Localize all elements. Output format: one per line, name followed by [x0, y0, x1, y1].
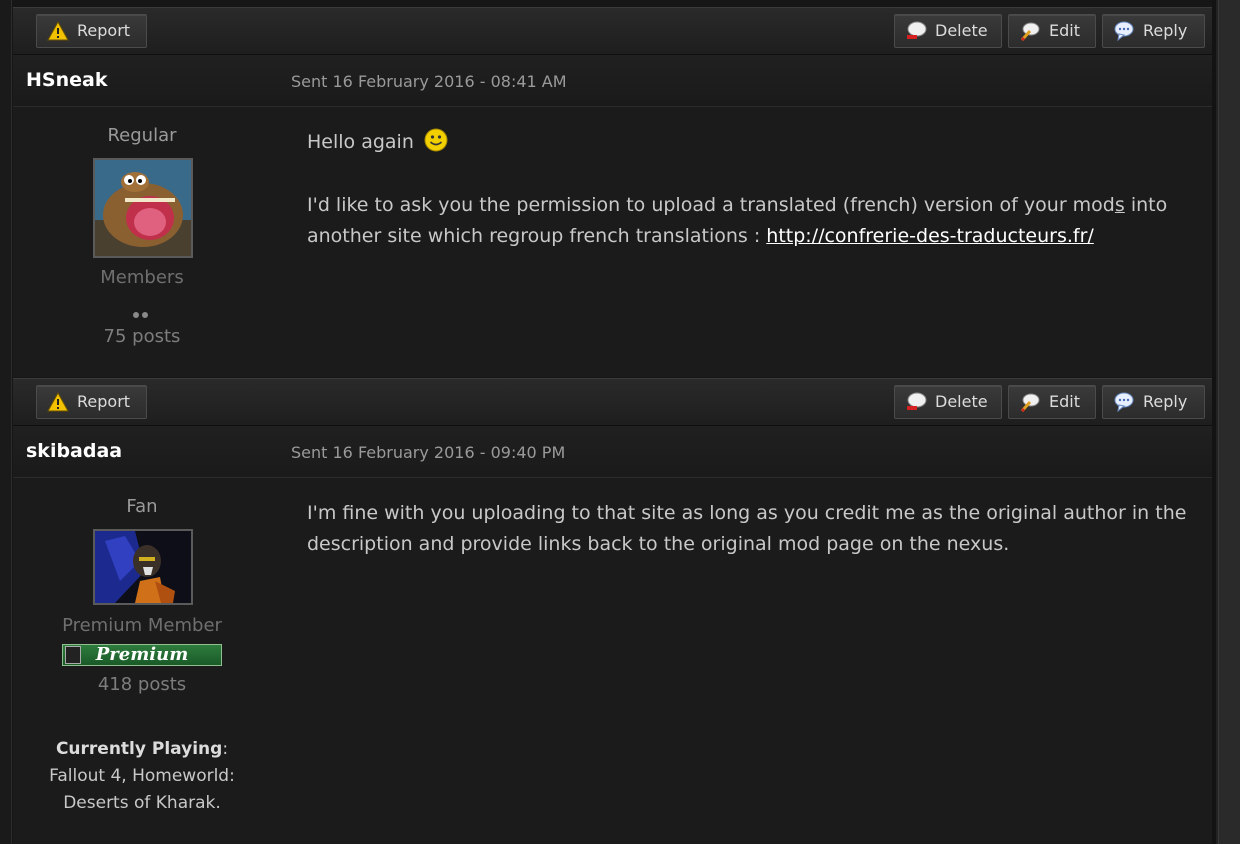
reply-button[interactable]: Reply	[1102, 14, 1205, 48]
delete-bubble-icon	[905, 391, 927, 413]
reply-bubble-icon	[1113, 20, 1135, 42]
delete-button[interactable]: Delete	[894, 14, 1002, 48]
reply-bubble-icon	[1113, 391, 1135, 413]
reply-label: Reply	[1143, 21, 1188, 40]
report-button[interactable]: Report	[36, 14, 147, 48]
post-header: HSneak Sent 16 February 2016 - 08:41 AM	[13, 55, 1212, 107]
forum-thread: Report Delete Edit Reply HSneak Sent 16 …	[0, 0, 1240, 844]
badge-icon	[65, 646, 81, 664]
post-header: skibadaa Sent 16 February 2016 - 09:40 P…	[13, 426, 1212, 478]
post-body: Fan Premium Member Premium 418 posts Cur…	[13, 478, 1212, 844]
scrollbar[interactable]	[1212, 0, 1240, 844]
currently-playing-label: Currently Playing	[55, 739, 223, 759]
post-message: I'm fine with you uploading to that site…	[307, 502, 1187, 555]
report-label: Report	[77, 392, 131, 411]
user-group: Premium Member	[62, 615, 222, 636]
edit-label: Edit	[1049, 392, 1080, 411]
username[interactable]: HSneak	[26, 69, 107, 91]
rank-pips	[133, 303, 153, 318]
report-button[interactable]: Report	[36, 385, 147, 419]
user-rank: Fan	[126, 496, 158, 517]
delete-button[interactable]: Delete	[894, 385, 1002, 419]
message-underlined: s	[1114, 194, 1125, 216]
badge-label: Premium	[95, 644, 189, 665]
post-message: Hello again I'd like to ask you the perm…	[307, 127, 1197, 252]
reply-button[interactable]: Reply	[1102, 385, 1205, 419]
edit-button[interactable]: Edit	[1008, 14, 1096, 48]
post-actions-bar: Report Delete Edit Reply	[13, 7, 1212, 55]
post-actions-bar: Report Delete Edit Reply	[13, 378, 1212, 426]
message-text: I'd like to ask you the permission to up…	[307, 194, 1115, 216]
premium-badge: Premium	[62, 644, 222, 666]
edit-label: Edit	[1049, 21, 1080, 40]
avatar[interactable]	[93, 529, 193, 605]
delete-label: Delete	[935, 392, 988, 411]
post-date: Sent 16 February 2016 - 08:41 AM	[291, 72, 567, 91]
avatar[interactable]	[93, 158, 193, 258]
edit-pencil-icon	[1019, 391, 1041, 413]
edit-button[interactable]: Edit	[1008, 385, 1096, 419]
delete-label: Delete	[935, 21, 988, 40]
currently-playing-value: Fallout 4, Homeworld: Deserts of Kharak.	[49, 766, 235, 813]
message-greeting: Hello again	[307, 131, 414, 153]
delete-bubble-icon	[905, 20, 927, 42]
user-rank: Regular	[107, 125, 177, 146]
post-date: Sent 16 February 2016 - 09:40 PM	[291, 443, 566, 462]
edit-pencil-icon	[1019, 20, 1041, 42]
post-count: 75 posts	[103, 326, 181, 347]
post-count: 418 posts	[97, 674, 187, 695]
smiley-icon	[424, 128, 448, 152]
username[interactable]: skibadaa	[26, 440, 122, 462]
warning-icon	[47, 20, 69, 42]
left-frame	[0, 0, 12, 844]
external-link[interactable]: http://confrerie-des-traducteurs.fr/	[766, 225, 1094, 247]
report-label: Report	[77, 21, 131, 40]
post-body: Regular Members 75 posts Hello again I'd…	[13, 107, 1212, 377]
user-group: Members	[100, 267, 184, 288]
currently-playing: Currently Playing: Fallout 4, Homeworld:…	[13, 736, 271, 817]
reply-label: Reply	[1143, 392, 1188, 411]
warning-icon	[47, 391, 69, 413]
